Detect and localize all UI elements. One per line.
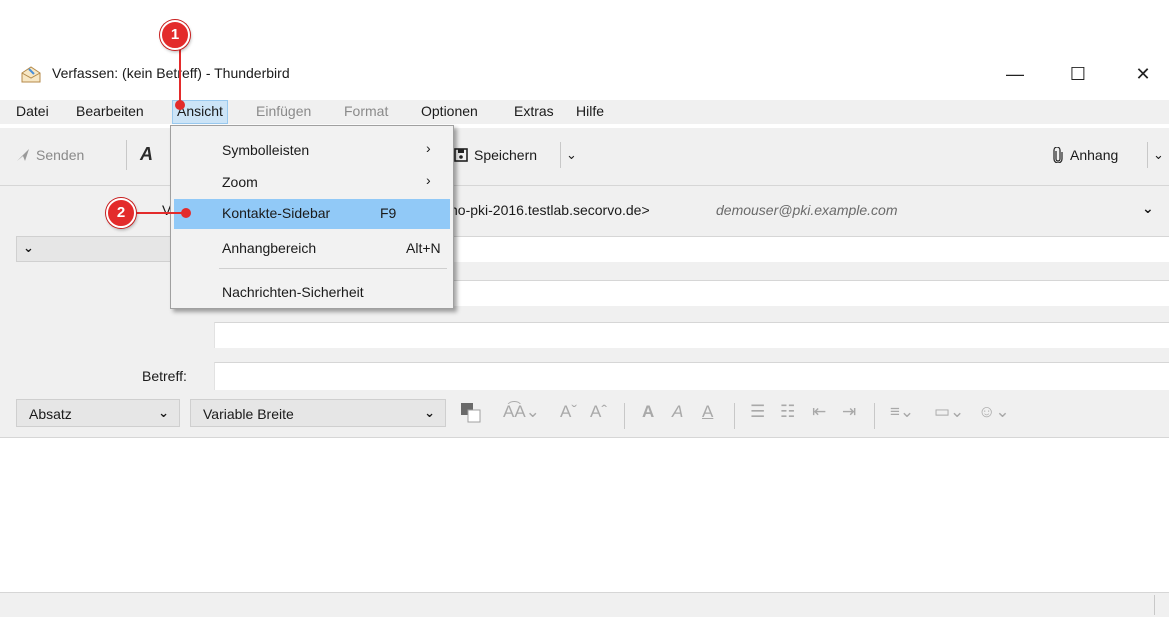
smaller-font-icon[interactable]: Aˇ — [560, 402, 577, 422]
callout-1-dot — [175, 100, 185, 110]
chevron-down-icon: ⌄ — [158, 405, 169, 420]
format-separator — [734, 403, 735, 429]
menu-item-label: Anhangbereich — [222, 240, 317, 256]
text-color-icon[interactable] — [460, 402, 482, 424]
save-icon — [454, 148, 468, 162]
paragraph-format-value: Absatz — [29, 406, 72, 422]
callout-1: 1 — [160, 20, 190, 50]
from-email[interactable]: demouser@pki.example.com — [716, 202, 898, 218]
menu-item-label: Kontakte-Sidebar — [222, 205, 331, 221]
send-icon — [17, 149, 29, 161]
recipient-type-select[interactable]: ⌄ — [16, 236, 176, 262]
menu-datei[interactable]: Datei — [16, 103, 49, 119]
menu-format[interactable]: Format — [344, 103, 388, 119]
subject-label: Betreff: — [142, 368, 187, 384]
send-button[interactable]: Senden — [16, 147, 84, 163]
menu-einfuegen[interactable]: Einfügen — [256, 103, 311, 119]
indent-icon[interactable]: ⇥ — [842, 402, 856, 422]
chevron-right-icon: › — [426, 140, 431, 156]
menu-item-label: Nachrichten-Sicherheit — [222, 284, 364, 300]
toolbar-separator — [126, 140, 127, 170]
font-select[interactable]: Variable Breite ⌄ — [190, 399, 446, 427]
send-label: Senden — [36, 147, 85, 163]
italic-icon[interactable]: A — [672, 402, 683, 422]
chevron-down-icon[interactable]: ⌄ — [1142, 200, 1154, 217]
close-button[interactable]: ✕ — [1120, 56, 1166, 92]
outdent-icon[interactable]: ⇤ — [812, 402, 826, 422]
menu-item-shortcut: F9 — [380, 205, 397, 221]
callout-2-dot — [181, 208, 191, 218]
menu-bearbeiten[interactable]: Bearbeiten — [76, 103, 144, 119]
callout-2-line — [136, 212, 186, 214]
minimize-button[interactable]: — — [992, 56, 1038, 92]
numbered-list-icon[interactable]: ☷ — [780, 402, 795, 422]
paperclip-icon — [1053, 147, 1063, 163]
format-separator — [874, 403, 875, 429]
bold-icon[interactable]: A — [642, 402, 654, 422]
font-size-icon[interactable]: A͡A⌄ — [503, 402, 540, 422]
menu-item-anhangbereich[interactable]: Anhangbereich Alt+N — [174, 234, 450, 264]
menu-item-label: Zoom — [222, 174, 258, 190]
format-toolbar: Absatz ⌄ Variable Breite ⌄ A͡A⌄ Aˇ Aˆ A … — [0, 394, 1169, 438]
chevron-down-icon: ⌄ — [23, 240, 34, 255]
menu-extras[interactable]: Extras — [514, 103, 554, 119]
menu-optionen[interactable]: Optionen — [421, 103, 478, 119]
underline-icon[interactable]: A — [702, 402, 713, 422]
spelling-icon[interactable]: A — [140, 144, 153, 165]
thunderbird-compose-icon — [21, 66, 41, 83]
menu-item-nachrichten-sicherheit[interactable]: Nachrichten-Sicherheit — [174, 278, 450, 308]
chevron-down-icon: ⌄ — [424, 405, 435, 420]
paragraph-format-select[interactable]: Absatz ⌄ — [16, 399, 180, 427]
callout-1-line — [179, 48, 181, 104]
callout-2: 2 — [106, 198, 136, 228]
attach-split-separator — [1147, 142, 1148, 168]
attach-button[interactable]: Anhang — [1052, 147, 1118, 163]
status-divider — [1154, 595, 1155, 615]
message-body[interactable] — [0, 438, 1169, 592]
window-title: Verfassen: (kein Betreff) - Thunderbird — [52, 65, 290, 81]
font-value: Variable Breite — [203, 406, 294, 422]
menu-item-shortcut: Alt+N — [406, 240, 441, 256]
ansicht-menu: Symbolleisten › Zoom › Kontakte-Sidebar … — [170, 125, 454, 309]
emoji-icon[interactable]: ☺⌄ — [978, 402, 1010, 422]
attach-label: Anhang — [1070, 147, 1119, 163]
menu-item-zoom[interactable]: Zoom › — [174, 168, 450, 198]
save-label: Speichern — [474, 147, 538, 163]
save-button[interactable]: Speichern — [454, 147, 537, 163]
title-bar: Verfassen: (kein Betreff) - Thunderbird … — [0, 56, 1169, 92]
attach-dropdown-icon[interactable]: ⌄ — [1153, 147, 1164, 163]
menu-item-symbolleisten[interactable]: Symbolleisten › — [174, 136, 450, 166]
status-bar — [0, 592, 1169, 617]
maximize-button[interactable]: ☐ — [1055, 56, 1101, 92]
chevron-right-icon: › — [426, 172, 431, 188]
menu-item-kontakte-sidebar[interactable]: Kontakte-Sidebar F9 — [174, 199, 450, 229]
larger-font-icon[interactable]: Aˆ — [590, 402, 607, 422]
align-icon[interactable]: ≡⌄ — [890, 402, 914, 422]
menu-separator — [219, 268, 447, 269]
format-separator — [624, 403, 625, 429]
save-dropdown-icon[interactable]: ⌄ — [566, 147, 577, 163]
from-identity[interactable]: no-pki-2016.testlab.secorvo.de> — [450, 202, 650, 218]
save-split-separator — [560, 142, 561, 168]
menu-hilfe[interactable]: Hilfe — [576, 103, 604, 119]
menu-item-label: Symbolleisten — [222, 142, 310, 158]
bullet-list-icon[interactable]: ☰ — [750, 402, 765, 422]
recipient-field[interactable] — [214, 322, 1169, 348]
insert-image-icon[interactable]: ▭⌄ — [934, 402, 964, 422]
subject-input[interactable] — [214, 362, 1169, 390]
